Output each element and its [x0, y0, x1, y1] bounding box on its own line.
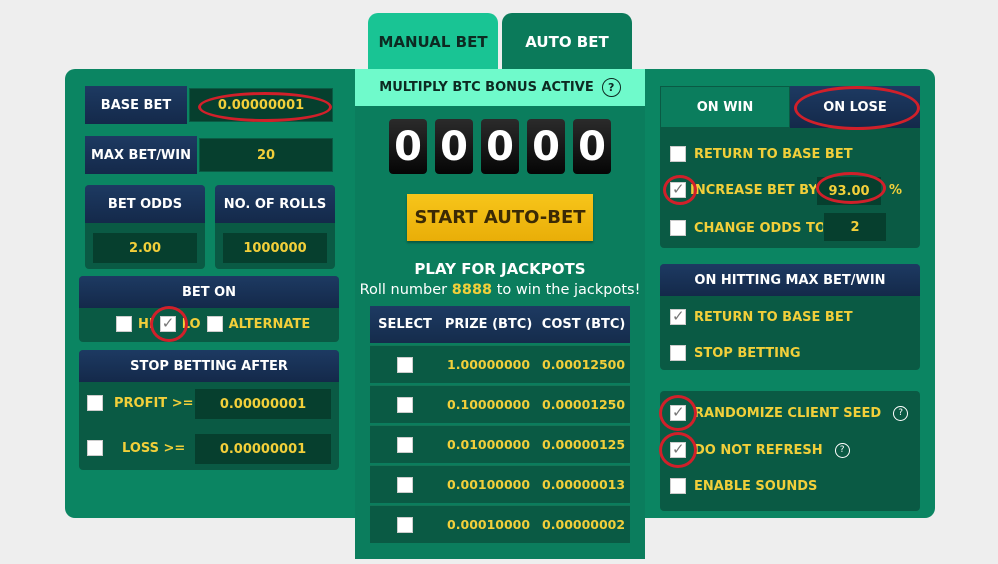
max-return-label: RETURN TO BASE BET	[694, 309, 853, 325]
max-bet-input[interactable]: 20	[199, 138, 333, 172]
roll-digit: 0	[573, 119, 611, 174]
base-bet-label: BASE BET	[85, 86, 187, 124]
sounds-row: ENABLE SOUNDS	[670, 478, 817, 494]
center-column: MULTIPLY BTC BONUS ACTIVE ? 0 0 0 0 0 ST…	[355, 69, 645, 559]
column-header: COST (BTC)	[537, 306, 630, 343]
lo-checkbox[interactable]	[159, 314, 176, 332]
jackpot-subtitle: Roll number 8888 to win the jackpots!	[355, 282, 645, 298]
table-row: 0.10000000 0.00001250	[370, 385, 630, 423]
column-header: PRIZE (BTC)	[440, 306, 538, 343]
lo-label: LO	[181, 316, 201, 332]
jackpot-select-checkbox[interactable]	[397, 356, 413, 373]
tab-on-win[interactable]: ON WIN	[660, 86, 790, 128]
no-refresh-row: DO NOT REFRESH ?	[670, 440, 850, 458]
max-bet-label: MAX BET/WIN	[85, 136, 197, 174]
change-odds-checkbox[interactable]	[670, 220, 686, 236]
jackpot-table: SELECT PRIZE (BTC) COST (BTC) 1.00000000…	[370, 304, 630, 545]
help-icon[interactable]: ?	[601, 78, 621, 97]
base-bet-input[interactable]: 0.00000001	[189, 88, 333, 122]
percent-sign: %	[889, 183, 903, 198]
rolls-label: NO. OF ROLLS	[215, 185, 335, 223]
jackpot-sub-post: to win the jackpots!	[496, 282, 641, 298]
return-base-checkbox[interactable]	[670, 146, 686, 162]
bet-odds-input[interactable]: 2.00	[92, 232, 198, 264]
loss-checkbox[interactable]	[87, 440, 103, 456]
max-stop-checkbox[interactable]	[670, 345, 686, 361]
prize-cell: 0.00010000	[440, 505, 538, 543]
max-return-checkbox[interactable]	[670, 307, 686, 325]
profit-label: PROFIT >=	[114, 396, 194, 411]
prize-cell: 1.00000000	[440, 345, 538, 383]
max-stop-label: STOP BETTING	[694, 345, 801, 361]
table-row: 0.01000000 0.00000125	[370, 425, 630, 463]
roll-digit: 0	[389, 119, 427, 174]
bonus-text: MULTIPLY BTC BONUS ACTIVE	[379, 80, 594, 95]
loss-label: LOSS >=	[122, 441, 186, 456]
jackpot-sub-pre: Roll number	[359, 282, 448, 298]
jackpot-number: 8888	[451, 282, 493, 298]
stop-betting-title: STOP BETTING AFTER	[79, 350, 339, 382]
tab-manual-bet[interactable]: MANUAL BET	[368, 13, 498, 71]
cost-cell: 0.00000002	[537, 505, 630, 543]
prize-cell: 0.01000000	[440, 425, 538, 463]
profit-input[interactable]: 0.00000001	[194, 388, 332, 420]
jackpot-title: PLAY FOR JACKPOTS	[414, 260, 586, 278]
roll-digit: 0	[527, 119, 565, 174]
jackpot-select-checkbox[interactable]	[397, 436, 413, 453]
no-refresh-label: DO NOT REFRESH	[694, 442, 823, 458]
roll-digit: 0	[481, 119, 519, 174]
help-icon[interactable]: ?	[893, 405, 909, 421]
bet-on-title: BET ON	[79, 276, 339, 308]
cost-cell: 0.00012500	[537, 345, 630, 383]
start-auto-bet-button[interactable]: START AUTO-BET	[407, 194, 593, 241]
profit-checkbox[interactable]	[87, 395, 103, 411]
randomize-row: RANDOMIZE CLIENT SEED ?	[670, 403, 909, 421]
hi-checkbox[interactable]	[116, 316, 132, 332]
table-row: 0.00100000 0.00000013	[370, 465, 630, 503]
tab-on-lose[interactable]: ON LOSE	[790, 86, 920, 128]
bonus-banner: MULTIPLY BTC BONUS ACTIVE ?	[355, 69, 645, 106]
no-refresh-checkbox[interactable]	[670, 440, 686, 458]
table-row: 1.00000000 0.00012500	[370, 345, 630, 383]
table-row: 0.00010000 0.00000002	[370, 505, 630, 543]
max-return-row: RETURN TO BASE BET	[670, 307, 853, 325]
help-icon[interactable]: ?	[834, 442, 850, 458]
prize-cell: 0.10000000	[440, 385, 538, 423]
jackpot-select-checkbox[interactable]	[397, 476, 413, 493]
alternate-label: ALTERNATE	[228, 316, 311, 332]
tab-auto-bet[interactable]: AUTO BET	[502, 13, 632, 71]
increase-bet-row: INCREASE BET BY	[670, 180, 818, 198]
column-header: SELECT	[370, 306, 440, 343]
roll-display: 0 0 0 0 0	[355, 119, 645, 174]
increase-bet-input[interactable]: 93.00	[816, 176, 882, 206]
alternate-checkbox[interactable]	[206, 316, 223, 332]
max-stop-row: STOP BETTING	[670, 345, 801, 361]
roll-digit: 0	[435, 119, 473, 174]
return-base-row: RETURN TO BASE BET	[670, 146, 853, 162]
sounds-checkbox[interactable]	[670, 478, 686, 494]
jackpot-select-checkbox[interactable]	[397, 396, 413, 413]
cost-cell: 0.00001250	[537, 385, 630, 423]
loss-input[interactable]: 0.00000001	[194, 433, 332, 465]
cost-cell: 0.00000125	[537, 425, 630, 463]
cost-cell: 0.00000013	[537, 465, 630, 503]
bet-on-options: HI LO ALTERNATE	[116, 314, 311, 332]
max-bet-title: ON HITTING MAX BET/WIN	[660, 264, 920, 296]
randomize-checkbox[interactable]	[670, 403, 686, 421]
bet-odds-label: BET ODDS	[85, 185, 205, 223]
return-base-label: RETURN TO BASE BET	[694, 146, 853, 162]
change-odds-label: CHANGE ODDS TO	[694, 220, 826, 236]
randomize-label: RANDOMIZE CLIENT SEED	[694, 405, 882, 421]
prize-cell: 0.00100000	[440, 465, 538, 503]
increase-bet-label: INCREASE BET BY	[690, 182, 818, 198]
increase-bet-checkbox[interactable]	[670, 180, 686, 198]
hi-label: HI	[138, 316, 154, 332]
jackpot-select-checkbox[interactable]	[397, 516, 413, 533]
change-odds-row: CHANGE ODDS TO	[670, 220, 826, 236]
rolls-input[interactable]: 1000000	[222, 232, 328, 264]
sounds-label: ENABLE SOUNDS	[694, 478, 818, 494]
change-odds-input[interactable]: 2	[823, 212, 887, 242]
